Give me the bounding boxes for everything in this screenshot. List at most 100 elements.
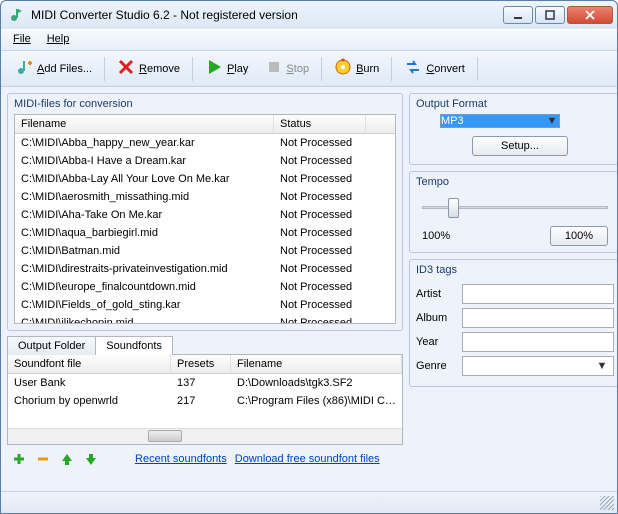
table-row[interactable]: C:\MIDI\direstraits-privateinvestigation… (15, 260, 395, 278)
cell-filename: C:\MIDI\direstraits-privateinvestigation… (15, 262, 274, 276)
files-list[interactable]: Filename Status C:\MIDI\Abba_happy_new_y… (14, 114, 396, 324)
toolbar-separator (321, 57, 322, 81)
col-status[interactable]: Status (274, 115, 366, 133)
cell-status: Not Processed (274, 244, 366, 258)
tempo-reset-button[interactable]: 100% (550, 226, 608, 246)
table-row[interactable]: C:\MIDI\aerosmith_missathing.midNot Proc… (15, 188, 395, 206)
year-label: Year (416, 336, 456, 348)
remove-label: Remove (139, 63, 180, 75)
tab-soundfonts[interactable]: Soundfonts (95, 336, 173, 355)
tempo-slider[interactable] (422, 196, 608, 222)
tempo-value: 100% (422, 230, 450, 242)
move-down-button[interactable] (83, 451, 99, 467)
tempo-heading: Tempo (416, 176, 614, 192)
cell-sf-filename: D:\Downloads\tgk3.SF2 (231, 376, 402, 390)
toolbar-separator (192, 57, 193, 81)
id3-group: ID3 tags Artist Album Year Genre ▼ (409, 259, 617, 387)
table-row[interactable]: C:\MIDI\aqua_barbiegirl.midNot Processed (15, 224, 395, 242)
table-row[interactable]: C:\MIDI\Aha-Take On Me.karNot Processed (15, 206, 395, 224)
table-row[interactable]: Chorium by openwrld217C:\Program Files (… (8, 392, 402, 410)
add-files-label: Add Files... (37, 63, 92, 75)
cell-filename: C:\MIDI\Abba-Lay All Your Love On Me.kar (15, 172, 274, 186)
toolbar-separator (391, 57, 392, 81)
play-button[interactable]: Play (197, 54, 256, 83)
cell-status: Not Processed (274, 262, 366, 276)
format-dropdown[interactable]: MP3 ▼ (440, 114, 560, 128)
table-row[interactable]: C:\MIDI\europe_finalcountdown.midNot Pro… (15, 278, 395, 296)
cell-filename: C:\MIDI\Abba-I Have a Dream.kar (15, 154, 274, 168)
close-button[interactable] (567, 6, 613, 24)
cell-status: Not Processed (274, 172, 366, 186)
table-row[interactable]: C:\MIDI\Batman.midNot Processed (15, 242, 395, 260)
soundfonts-header[interactable]: Soundfont file Presets Filename (8, 355, 402, 374)
slider-thumb[interactable] (448, 198, 459, 218)
cell-status: Not Processed (274, 226, 366, 240)
cell-status: Not Processed (274, 136, 366, 150)
recent-soundfonts-link[interactable]: Recent soundfonts (135, 453, 227, 465)
menu-file[interactable]: File (5, 30, 39, 50)
download-soundfonts-link[interactable]: Download free soundfont files (235, 453, 380, 465)
soundfont-actions: Recent soundfonts Download free soundfon… (7, 445, 403, 473)
cell-status: Not Processed (274, 190, 366, 204)
table-row[interactable]: C:\MIDI\Abba-I Have a Dream.karNot Proce… (15, 152, 395, 170)
stop-button[interactable]: Stop (258, 55, 317, 82)
col-soundfont-file[interactable]: Soundfont file (8, 355, 171, 373)
cell-filename: C:\MIDI\Abba_happy_new_year.kar (15, 136, 274, 150)
resize-grip[interactable] (600, 496, 614, 510)
statusbar (1, 491, 617, 513)
col-filename[interactable]: Filename (15, 115, 274, 133)
add-soundfont-button[interactable] (11, 451, 27, 467)
genre-dropdown[interactable]: ▼ (462, 356, 614, 376)
play-label: Play (227, 63, 248, 75)
chevron-down-icon: ▼ (595, 360, 609, 372)
menubar: File Help (1, 29, 617, 51)
genre-label: Genre (416, 360, 456, 372)
convert-icon (404, 58, 422, 79)
table-row[interactable]: C:\MIDI\ilikechopin.midNot Processed (15, 314, 395, 323)
cell-sf: User Bank (8, 376, 171, 390)
cell-status: Not Processed (274, 316, 366, 323)
move-up-button[interactable] (59, 451, 75, 467)
artist-label: Artist (416, 288, 456, 300)
app-window: MIDI Converter Studio 6.2 - Not register… (0, 0, 618, 514)
cell-status: Not Processed (274, 280, 366, 294)
titlebar[interactable]: MIDI Converter Studio 6.2 - Not register… (1, 1, 617, 29)
remove-button[interactable]: Remove (109, 54, 188, 83)
cell-sf-filename: C:\Program Files (x86)\MIDI Conver... (231, 394, 402, 408)
col-presets[interactable]: Presets (171, 355, 231, 373)
format-value: MP3 (441, 115, 464, 127)
minimize-button[interactable] (503, 6, 533, 24)
convert-button[interactable]: Convert (396, 54, 473, 83)
client-area: MIDI-files for conversion Filename Statu… (1, 87, 617, 491)
output-format-group: Output Format MP3 ▼ Setup... (409, 93, 617, 165)
tempo-group: Tempo 100% 100% (409, 171, 617, 253)
cell-presets: 137 (171, 376, 231, 390)
setup-button[interactable]: Setup... (472, 136, 568, 156)
artist-input[interactable] (462, 284, 614, 304)
cell-filename: C:\MIDI\ilikechopin.mid (15, 316, 274, 323)
table-row[interactable]: User Bank137D:\Downloads\tgk3.SF2 (8, 374, 402, 392)
table-row[interactable]: C:\MIDI\Abba-Lay All Your Love On Me.kar… (15, 170, 395, 188)
files-rows[interactable]: C:\MIDI\Abba_happy_new_year.karNot Proce… (15, 134, 395, 323)
burn-button[interactable]: Burn (326, 54, 387, 83)
stop-label: Stop (286, 63, 309, 75)
tab-output-folder[interactable]: Output Folder (7, 336, 96, 355)
table-row[interactable]: C:\MIDI\Abba_happy_new_year.karNot Proce… (15, 134, 395, 152)
menu-help[interactable]: Help (39, 30, 78, 50)
col-sf-filename[interactable]: Filename (231, 355, 402, 373)
cell-status: Not Processed (274, 208, 366, 222)
soundfonts-rows[interactable]: User Bank137D:\Downloads\tgk3.SF2Chorium… (8, 374, 402, 428)
remove-soundfont-button[interactable] (35, 451, 51, 467)
soundfonts-list[interactable]: Soundfont file Presets Filename User Ban… (7, 354, 403, 445)
maximize-button[interactable] (535, 6, 565, 24)
scroll-thumb[interactable] (148, 430, 182, 442)
table-row[interactable]: C:\MIDI\Fields_of_gold_sting.karNot Proc… (15, 296, 395, 314)
year-input[interactable] (462, 332, 614, 352)
add-files-button[interactable]: Add Files... (7, 54, 100, 83)
album-input[interactable] (462, 308, 614, 328)
horizontal-scrollbar[interactable] (8, 428, 402, 444)
app-icon (9, 7, 25, 23)
files-header[interactable]: Filename Status (15, 115, 395, 134)
cell-filename: C:\MIDI\aerosmith_missathing.mid (15, 190, 274, 204)
cell-filename: C:\MIDI\Batman.mid (15, 244, 274, 258)
